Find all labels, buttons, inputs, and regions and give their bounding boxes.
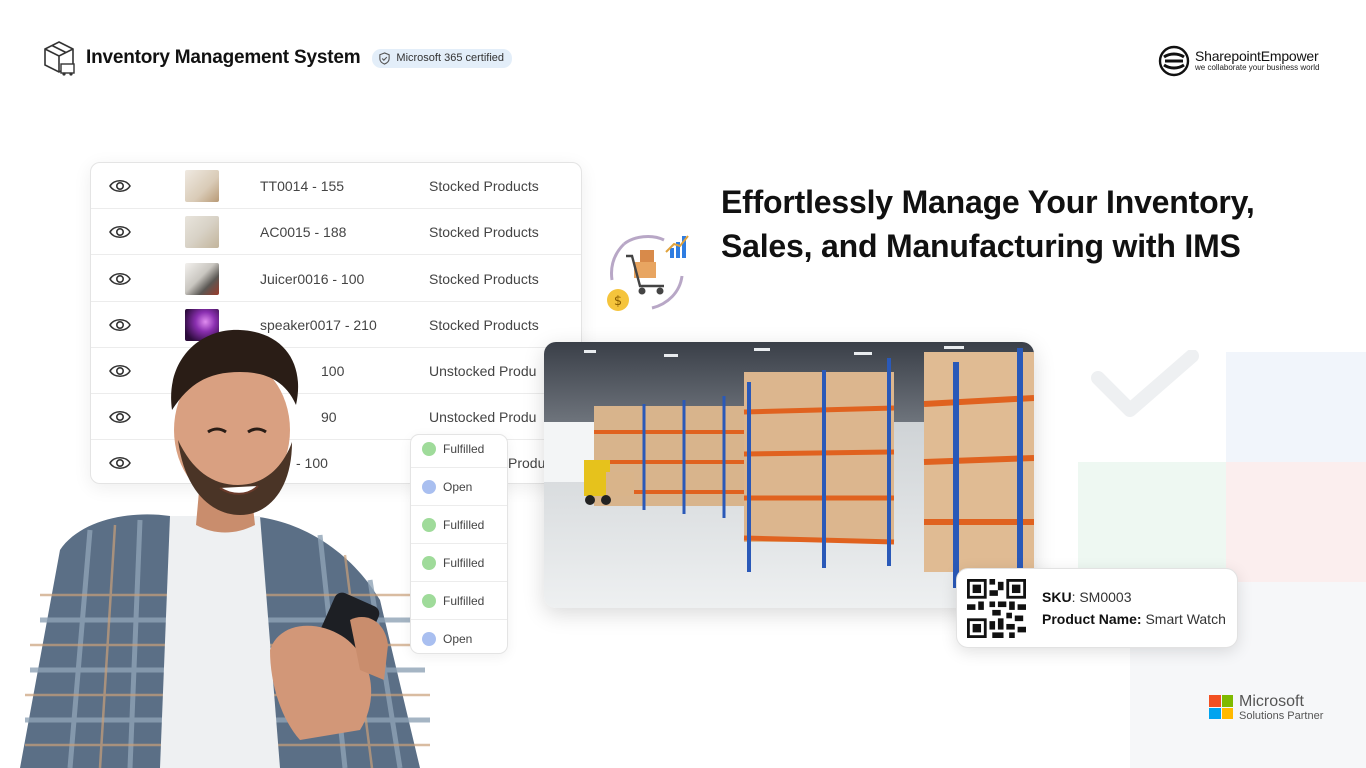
product-thumbnail [185,169,219,202]
svg-text:$: $ [614,294,622,309]
product-thumbnail [185,215,219,248]
table-row: Juicer0016 - 100 Stocked Products [91,256,581,302]
partner-logo[interactable]: SharepointEmpower we collaborate your bu… [1158,45,1320,77]
status-label: Open [443,479,473,494]
bg-decor-1 [1078,462,1226,582]
microsoft-partner-badge: Microsoft Solutions Partner [1209,693,1323,722]
person-with-phone [20,329,430,768]
status-dot [422,441,436,456]
warehouse-image [544,342,1034,608]
product-code: Juicer0016 - 100 [260,270,365,287]
product-status: Unstocked Produ [429,362,537,379]
product-status: Stocked Products [429,177,539,194]
table-row: AC0015 - 188 Stocked Products [91,209,581,255]
eye-icon[interactable] [109,271,131,287]
status-label: Open [443,632,473,646]
eye-icon[interactable] [109,178,131,194]
status-label: Fulfilled [443,555,485,570]
status-item[interactable]: Open [411,620,507,653]
certification-label: Microsoft 365 certified [396,52,505,64]
status-item[interactable]: Open [411,468,507,506]
fulfillment-status-list: Fulfilled Open Fulfilled Fulfilled Fulfi… [410,434,508,654]
status-dot [422,555,436,570]
shield-check-icon [379,51,391,65]
product-thumbnail [185,262,219,295]
headline: Effortlessly Manage Your Inventory, Sale… [721,180,1341,268]
microsoft-subtitle: Solutions Partner [1239,710,1324,722]
cart-boxes-icon: $ [607,235,689,311]
product-status: Stocked Products [429,223,539,240]
bg-decor-3 [1226,352,1366,462]
status-item[interactable]: Fulfilled [411,435,507,468]
status-dot [422,479,436,494]
status-label: Fulfilled [443,441,485,456]
partner-name: SharepointEmpower [1195,48,1319,64]
product-name-line: Product Name: Smart Watch [1042,611,1226,627]
qr-code-icon [967,579,1026,638]
status-label: Fulfilled [443,593,485,608]
eye-icon[interactable] [109,224,131,240]
app-title: Inventory Management System [86,47,361,68]
status-dot [422,517,436,532]
product-name-value: Smart Watch [1145,611,1226,627]
certification-badge: Microsoft 365 certified [372,48,513,68]
sku-label: SKU [1042,589,1072,605]
status-dot [422,632,436,646]
bg-decor-2 [1226,462,1366,582]
partner-tagline: we collaborate your business world [1195,63,1320,72]
sku-card: SKU: SM0003 Product Name: Smart Watch [956,568,1238,648]
status-item[interactable]: Fulfilled [411,582,507,620]
product-status: Unstocked Produ [429,408,537,425]
sku-line: SKU: SM0003 [1042,589,1132,605]
sku-value: : SM0003 [1071,589,1132,605]
sharepointempower-logo-icon [1158,45,1190,77]
product-status: Stocked Products [429,316,539,333]
headline-line-2: Sales, and Manufacturing with IMS [721,228,1241,264]
status-item[interactable]: Fulfilled [411,506,507,544]
product-status: Stocked Products [429,270,539,287]
product-name-label: Product Name: [1042,611,1142,627]
status-dot [422,593,436,608]
microsoft-name: Microsoft [1239,693,1304,710]
inventory-box-icon [44,41,75,76]
product-code: AC0015 - 188 [260,223,347,240]
headline-line-1: Effortlessly Manage Your Inventory, [721,184,1255,220]
microsoft-logo-icon [1209,695,1233,719]
status-label: Fulfilled [443,517,485,532]
app-brand: Inventory Management System Microsoft 36… [42,40,513,76]
status-item[interactable]: Fulfilled [411,544,507,582]
bg-check-icon [1091,350,1199,417]
product-code: TT0014 - 155 [260,177,345,194]
product-status: Produ [508,455,546,471]
table-row: TT0014 - 155 Stocked Products [91,163,581,209]
